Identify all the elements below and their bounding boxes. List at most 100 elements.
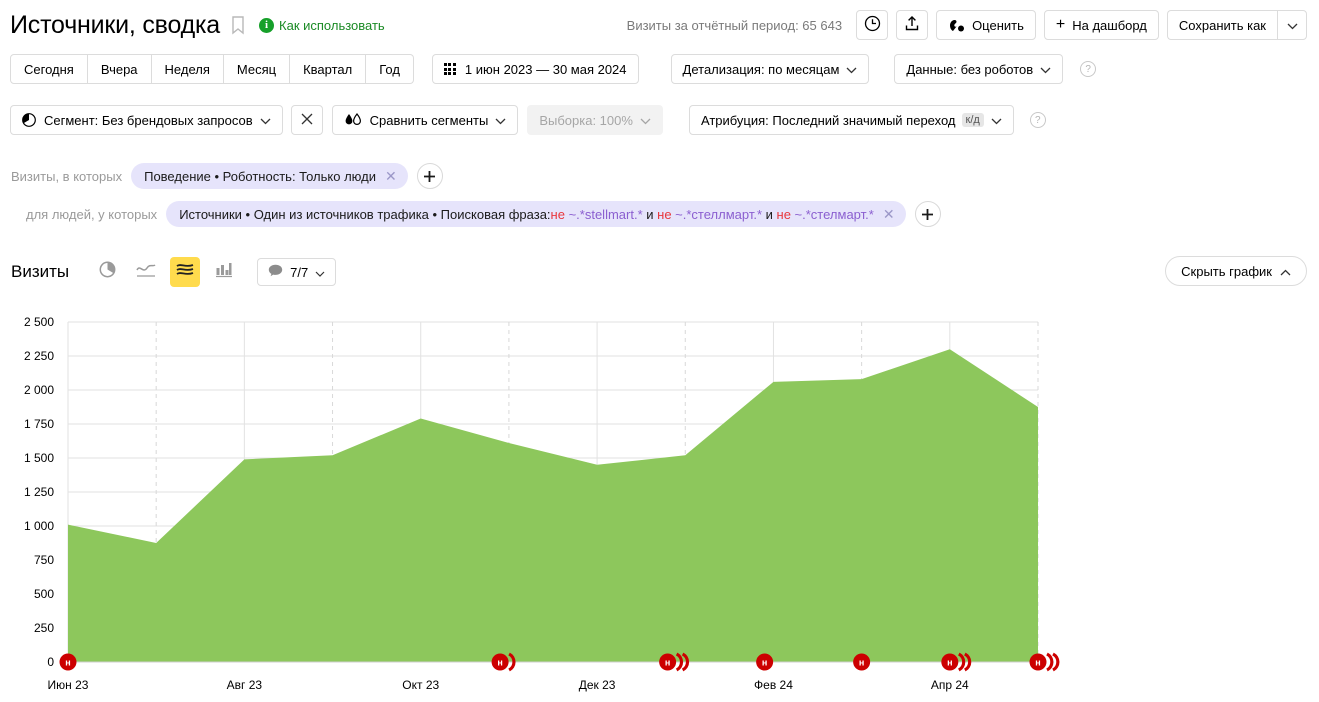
- period-preset-year[interactable]: Год: [366, 54, 414, 84]
- y-axis-tick-label: 1 750: [24, 417, 54, 431]
- event-marker[interactable]: н: [756, 654, 773, 671]
- period-preset-quarter[interactable]: Квартал: [290, 54, 366, 84]
- x-axis-tick-label: Фев 24: [754, 678, 793, 692]
- x-axis-tick-label: Июн 23: [48, 678, 89, 692]
- sampling-dropdown[interactable]: Выборка: 100%: [527, 105, 663, 135]
- export-button[interactable]: [896, 10, 928, 40]
- period-preset-today[interactable]: Сегодня: [10, 54, 88, 84]
- viz-pie-button[interactable]: [92, 257, 122, 287]
- clear-segment-button[interactable]: [291, 105, 323, 135]
- segment-label: Сегмент: Без брендовых запросов: [44, 113, 253, 128]
- rate-label: Оценить: [972, 18, 1024, 33]
- data-source-dropdown[interactable]: Данные: без роботов: [894, 54, 1063, 84]
- event-marker[interactable]: н: [1030, 654, 1058, 671]
- series-count-dropdown[interactable]: 7/7: [257, 258, 336, 286]
- question-mark-icon[interactable]: ?: [1080, 61, 1096, 77]
- y-axis-tick-label: 2 250: [24, 349, 54, 363]
- area-chart-icon: [176, 262, 194, 283]
- filter-row-label: Визиты, в которых: [11, 169, 122, 184]
- save-as-label: Сохранить как: [1179, 18, 1266, 33]
- chevron-down-icon: [495, 113, 506, 128]
- viz-line-button[interactable]: [131, 257, 161, 287]
- filter-condition-part: не: [657, 207, 671, 222]
- add-filter-button[interactable]: [915, 201, 941, 227]
- question-mark-icon[interactable]: ?: [1030, 112, 1046, 128]
- y-axis-tick-label: 250: [34, 621, 54, 635]
- how-to-use-link[interactable]: i Как использовать: [259, 18, 385, 33]
- event-marker-label: н: [665, 658, 670, 668]
- save-as-split-button: Сохранить как: [1167, 10, 1307, 40]
- attribution-badge: к/д: [962, 113, 984, 127]
- period-preset-month[interactable]: Месяц: [224, 54, 290, 84]
- filter-row-visits: Визиты, в которых Поведение • Роботность…: [0, 161, 1319, 191]
- event-marker-label: н: [1035, 658, 1040, 668]
- filter-condition-part: не: [551, 207, 565, 222]
- filter-chip-search-phrase[interactable]: Источники • Один из источников трафика •…: [166, 201, 905, 227]
- info-icon: i: [259, 18, 274, 33]
- viz-bar-button[interactable]: [209, 257, 239, 287]
- date-range-picker[interactable]: 1 июн 2023 — 30 мая 2024: [432, 54, 639, 84]
- series-count-label: 7/7: [290, 265, 308, 280]
- detail-level-dropdown[interactable]: Детализация: по месяцам: [671, 54, 870, 84]
- clock-icon: [864, 15, 881, 35]
- filter-chip-prefix: Источники • Один из источников трафика •…: [179, 207, 550, 222]
- data-source-label: Данные: без роботов: [906, 62, 1033, 77]
- metric-name: Визиты: [11, 262, 69, 282]
- sampling-label: Выборка: 100%: [539, 113, 633, 128]
- visits-summary: Визиты за отчётный период: 65 643: [627, 18, 842, 33]
- compare-segments-button[interactable]: Сравнить сегменты: [332, 105, 519, 135]
- share-upload-icon: [904, 15, 920, 35]
- chart-container: 02505007501 0001 2501 5001 7502 0002 250…: [0, 300, 1319, 702]
- save-as-dropdown-button[interactable]: [1277, 10, 1307, 40]
- event-marker[interactable]: н: [853, 654, 870, 671]
- history-button[interactable]: [856, 10, 888, 40]
- period-preset-week[interactable]: Неделя: [152, 54, 224, 84]
- period-toolbar: Сегодня Вчера Неделя Месяц Квартал Год 1…: [0, 53, 1319, 85]
- bookmark-icon[interactable]: [231, 16, 245, 35]
- page-title: Источники, сводка: [10, 11, 220, 40]
- y-axis-tick-label: 1 250: [24, 485, 54, 499]
- chevron-down-icon: [1040, 62, 1051, 77]
- speech-bubble-icon: [268, 264, 283, 280]
- segment-toolbar: Сегмент: Без брендовых запросов Сравнить…: [0, 104, 1319, 136]
- y-axis-tick-label: 1 000: [24, 519, 54, 533]
- hide-chart-label: Скрыть график: [1181, 264, 1272, 279]
- hide-chart-button[interactable]: Скрыть график: [1165, 256, 1307, 286]
- rate-button[interactable]: Оценить: [936, 10, 1036, 40]
- event-marker-arc: [1053, 654, 1058, 670]
- period-preset-yesterday[interactable]: Вчера: [88, 54, 152, 84]
- pie-chart-icon: [99, 261, 116, 283]
- close-icon[interactable]: ✕: [883, 207, 895, 221]
- attribution-dropdown[interactable]: Атрибуция: Последний значимый переход к/…: [689, 105, 1014, 135]
- save-as-button[interactable]: Сохранить как: [1167, 10, 1277, 40]
- y-axis-tick-label: 0: [47, 655, 54, 669]
- chevron-down-icon: [260, 113, 271, 128]
- pie-chart-icon: [22, 113, 36, 127]
- event-marker[interactable]: н: [60, 654, 77, 671]
- close-icon[interactable]: ✕: [385, 169, 397, 183]
- chevron-down-icon: [991, 113, 1002, 128]
- filter-condition-part: не: [777, 207, 791, 222]
- x-axis-tick-label: Апр 24: [931, 678, 969, 692]
- filter-condition-part: ~.*stellmart.*: [565, 207, 643, 222]
- visits-area-chart[interactable]: 02505007501 0001 2501 5001 7502 0002 250…: [0, 300, 1319, 702]
- bar-chart-icon: [215, 262, 233, 283]
- plus-icon: [921, 208, 934, 221]
- y-axis-tick-label: 500: [34, 587, 54, 601]
- area-series-path[interactable]: [68, 349, 1038, 662]
- event-marker-arc: [1047, 654, 1052, 670]
- chevron-down-icon: [846, 62, 857, 77]
- x-axis-tick-label: Авг 23: [227, 678, 263, 692]
- plus-icon: [423, 170, 436, 183]
- viz-area-button[interactable]: [170, 257, 200, 287]
- compare-drops-icon: [344, 113, 362, 127]
- add-filter-button[interactable]: [417, 163, 443, 189]
- add-to-dashboard-button[interactable]: + На дашборд: [1044, 10, 1159, 40]
- filter-chip-conditions: не ~.*stellmart.* и не ~.*стеллмарт.* и …: [551, 207, 874, 222]
- x-axis-tick-label: Окт 23: [402, 678, 439, 692]
- filter-chip-robots[interactable]: Поведение • Роботность: Только люди ✕: [131, 163, 408, 189]
- plus-icon: +: [1056, 17, 1065, 33]
- filter-chip-label: Поведение • Роботность: Только люди: [144, 169, 376, 184]
- compare-segments-label: Сравнить сегменты: [370, 113, 489, 128]
- segment-dropdown[interactable]: Сегмент: Без брендовых запросов: [10, 105, 283, 135]
